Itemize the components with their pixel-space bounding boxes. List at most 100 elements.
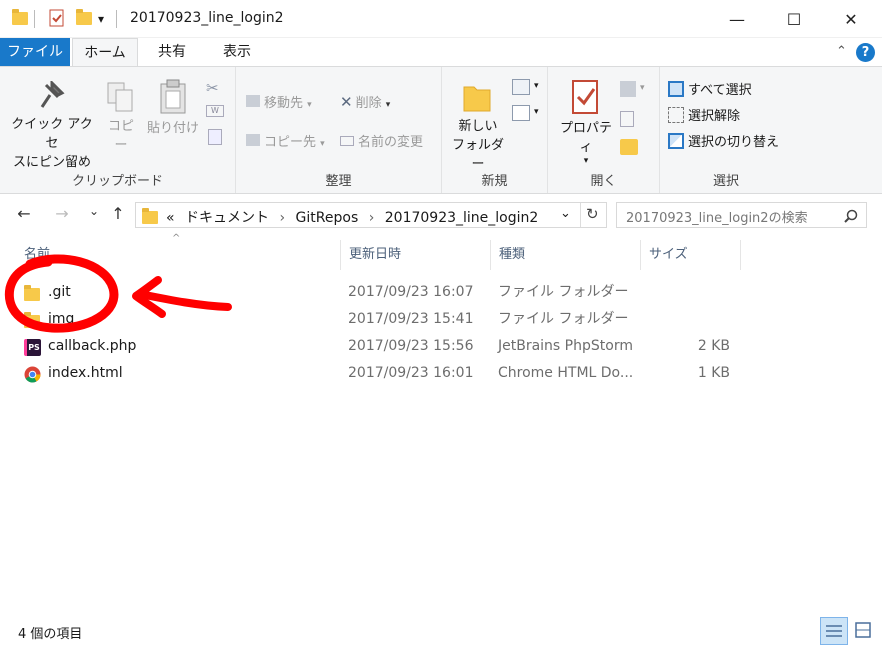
paste-icon xyxy=(160,79,186,114)
new-item-icon[interactable] xyxy=(512,79,530,95)
invert-selection-icon xyxy=(668,133,684,149)
select-all-label: すべて選択 xyxy=(688,83,752,98)
breadcrumb: « ドキュメント › GitRepos › 20170923_line_logi… xyxy=(166,207,538,227)
breadcrumb-separator[interactable]: › xyxy=(279,210,285,226)
minimize-button[interactable]: — xyxy=(708,0,766,38)
search-input[interactable]: 20170923_line_login2の検索 xyxy=(616,202,867,228)
easy-access-icon[interactable] xyxy=(512,105,530,121)
copy-to-icon xyxy=(246,134,260,146)
search-icon[interactable] xyxy=(844,209,858,223)
red-annotation xyxy=(4,254,232,333)
properties-label: プロパティ xyxy=(559,121,612,155)
address-dropdown-icon[interactable]: ⌄ xyxy=(560,206,571,221)
file-size: 1 KB xyxy=(697,365,730,381)
properties-button[interactable]: プロパティ ▾ xyxy=(554,79,618,166)
divider xyxy=(34,10,35,28)
breadcrumb-item[interactable]: 20170923_line_login2 xyxy=(385,210,539,226)
new-folder-button[interactable]: 新しい フォルダー xyxy=(448,81,508,174)
paste-label: 貼り付け xyxy=(146,121,199,136)
new-group-label: 新規 xyxy=(481,174,508,189)
copy-to-label: コピー先 xyxy=(264,135,317,150)
tab-view[interactable]: 表示 xyxy=(206,38,268,67)
select-none-button[interactable]: 選択解除 xyxy=(668,105,740,124)
select-all-button[interactable]: すべて選択 xyxy=(668,79,752,98)
file-type: Chrome HTML Do... xyxy=(498,365,634,381)
phpstorm-icon: PS xyxy=(24,339,41,356)
properties-checklist-icon[interactable] xyxy=(48,9,66,31)
maximize-button[interactable]: ☐ xyxy=(765,0,823,38)
easy-access-dropdown-icon[interactable]: ▾ xyxy=(534,107,539,117)
history-icon[interactable] xyxy=(620,139,638,155)
column-header-modified[interactable]: 更新日時 xyxy=(341,240,491,270)
ribbon-tabs: ファイル ホーム 共有 表示 ⌃ ? xyxy=(0,38,882,67)
cut-icon[interactable]: ✂ xyxy=(206,79,219,97)
open-dropdown-icon[interactable]: ▾ xyxy=(640,83,645,93)
copy-label: コピー xyxy=(107,119,134,153)
edit-icon[interactable] xyxy=(620,111,634,127)
invert-selection-label: 選択の切り替え xyxy=(688,135,780,150)
breadcrumb-item[interactable]: GitRepos xyxy=(296,210,359,226)
paste-button[interactable]: 貼り付け xyxy=(145,79,201,138)
tab-home[interactable]: ホーム xyxy=(72,38,138,67)
select-all-icon xyxy=(668,81,684,97)
file-size: 2 KB xyxy=(697,338,730,354)
copy-icon xyxy=(107,82,133,112)
rename-button[interactable]: 名前の変更 xyxy=(340,131,423,150)
new-group: 新しい フォルダー ▾ ▾ 新規 xyxy=(442,67,548,193)
breadcrumb-overflow[interactable]: « xyxy=(166,210,175,226)
breadcrumb-item[interactable]: ドキュメント xyxy=(185,210,269,226)
delete-icon: ✕ xyxy=(340,93,353,111)
address-bar[interactable]: « ドキュメント › GitRepos › 20170923_line_logi… xyxy=(135,202,607,228)
pin-quick-access-button[interactable]: クイック アクセ スにピン留め xyxy=(6,79,98,172)
large-icons-view-button[interactable] xyxy=(850,617,878,645)
rename-icon xyxy=(340,136,354,146)
forward-button[interactable]: → xyxy=(50,204,74,226)
search-placeholder: 20170923_line_login2の検索 xyxy=(626,211,808,226)
recent-locations-button[interactable]: ⌄ xyxy=(82,204,106,226)
properties-dropdown-icon[interactable]: ▾ xyxy=(554,157,618,166)
help-icon[interactable]: ? xyxy=(856,43,875,62)
title-bar: ▾ 20170923_line_login2 — ☐ ✕ xyxy=(0,0,882,38)
close-button[interactable]: ✕ xyxy=(822,0,880,38)
pin-icon xyxy=(40,79,65,108)
move-to-label: 移動先 xyxy=(264,96,304,111)
refresh-button[interactable]: ↻ xyxy=(586,205,599,223)
select-group-label: 選択 xyxy=(712,174,739,189)
open-icon[interactable] xyxy=(620,81,636,97)
select-group: すべて選択 選択解除 選択の切り替え 選択 xyxy=(660,67,792,193)
new-folder-label-line2: フォルダー xyxy=(451,138,504,172)
file-type: ファイル フォルダー xyxy=(498,284,629,300)
item-count: 4 個の項目 xyxy=(18,627,83,642)
open-group: プロパティ ▾ ▾ 開く xyxy=(548,67,660,193)
organize-group-label: 整理 xyxy=(325,174,352,189)
file-type: JetBrains PhpStorm xyxy=(498,338,633,354)
status-bar: 4 個の項目 xyxy=(0,614,882,647)
ribbon-collapse-icon[interactable]: ⌃ xyxy=(836,44,847,59)
qat-dropdown-icon[interactable]: ▾ xyxy=(98,12,104,26)
copy-to-button[interactable]: コピー先 ▾ xyxy=(246,131,325,150)
delete-label: 削除 xyxy=(355,96,382,111)
back-button[interactable]: ← xyxy=(12,204,36,226)
new-item-dropdown-icon[interactable]: ▾ xyxy=(534,81,539,91)
delete-button[interactable]: ✕ 削除 ▾ xyxy=(340,92,390,111)
breadcrumb-separator[interactable]: › xyxy=(369,210,375,226)
divider xyxy=(580,203,581,227)
up-button[interactable]: ↑ xyxy=(106,204,130,226)
folder-icon xyxy=(142,208,158,224)
tab-file[interactable]: ファイル xyxy=(0,38,70,67)
new-folder-icon xyxy=(463,86,491,112)
ribbon: クイック アクセ スにピン留め コピー 貼り付け ✂ W クリップボード 移動先… xyxy=(0,66,882,194)
tab-share[interactable]: 共有 xyxy=(140,38,204,67)
move-to-icon xyxy=(246,95,260,107)
divider xyxy=(116,10,117,28)
table-row[interactable]: index.html 2017/09/23 16:01 Chrome HTML … xyxy=(16,360,736,387)
column-header-type[interactable]: 種類 xyxy=(491,240,641,270)
paste-shortcut-icon[interactable] xyxy=(208,129,222,145)
window-title: 20170923_line_login2 xyxy=(130,10,284,26)
copy-button[interactable]: コピー xyxy=(102,81,140,155)
invert-selection-button[interactable]: 選択の切り替え xyxy=(668,131,779,150)
column-header-size[interactable]: サイズ xyxy=(641,240,741,270)
details-view-button[interactable] xyxy=(820,617,848,645)
move-to-button[interactable]: 移動先 ▾ xyxy=(246,92,312,111)
copy-path-icon[interactable]: W xyxy=(206,105,224,117)
